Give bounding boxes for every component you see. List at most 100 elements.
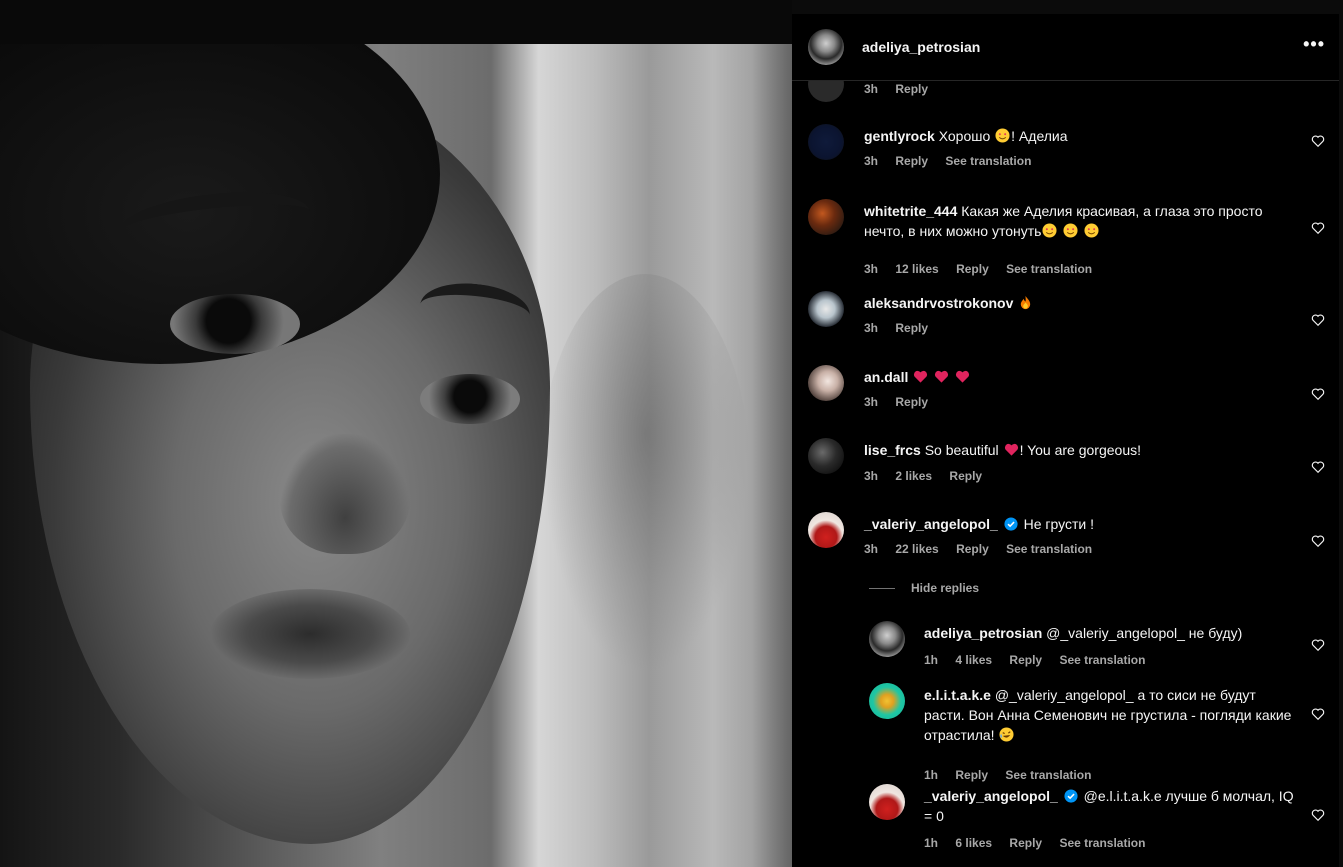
reply-button[interactable]: Reply — [1009, 836, 1042, 850]
comment-time: 3h — [864, 395, 879, 409]
comment-text — [908, 369, 912, 385]
comment-body: aleksandrvostrokonov — [864, 293, 1294, 313]
user-avatar[interactable] — [869, 784, 905, 820]
likes-count[interactable]: 4 likes — [955, 653, 992, 667]
top-bar — [0, 0, 792, 44]
see-translation-button[interactable]: See translation — [1059, 836, 1145, 850]
photo-eye — [170, 294, 300, 354]
verified-badge-icon — [1064, 789, 1078, 803]
comment-time: 3h — [864, 542, 879, 556]
comment-body: _valeriy_angelopol_ @e.l.i.t.a.k.e лучше… — [924, 786, 1294, 826]
like-heart-icon[interactable] — [1311, 460, 1325, 474]
red-heart-emoji-icon — [955, 370, 970, 383]
comment-body: an.dall — [864, 367, 1294, 387]
comment-body: gentlyrock Хорошо ! Аделиа — [864, 126, 1294, 146]
red-heart-emoji-icon — [935, 370, 949, 383]
user-avatar[interactable] — [808, 365, 844, 401]
comment-username[interactable]: adeliya_petrosian — [924, 625, 1042, 641]
user-avatar[interactable] — [869, 683, 905, 719]
like-heart-icon[interactable] — [1311, 313, 1325, 327]
photo-reflection — [540, 274, 750, 674]
divider — [869, 588, 895, 590]
more-options-icon[interactable]: ••• — [1303, 34, 1325, 55]
like-heart-icon[interactable] — [1311, 707, 1325, 721]
reply-button[interactable]: Reply — [956, 262, 989, 276]
post-header: adeliya_petrosian ••• — [792, 14, 1339, 81]
comment-time: 3h — [864, 262, 879, 276]
comment-text: So beautiful — [920, 442, 1003, 458]
user-avatar[interactable] — [808, 199, 844, 235]
comment-body: lise_frcs So beautiful ! You are gorgeou… — [864, 440, 1294, 460]
comment-meta: 3h 12 likes Reply See translation — [864, 262, 1106, 276]
user-avatar[interactable] — [808, 124, 844, 160]
like-heart-icon[interactable] — [1311, 221, 1325, 235]
comment-meta: 1h 4 likes Reply See translation — [924, 653, 1159, 667]
user-avatar[interactable] — [808, 438, 844, 474]
likes-count[interactable]: 12 likes — [895, 262, 938, 276]
reply-button[interactable]: Reply — [949, 469, 982, 483]
heart-eyes-emoji-icon — [995, 128, 1010, 143]
comment-text: ! You are gorgeous! — [1019, 442, 1141, 458]
comment-text: ! Аделиа — [1011, 128, 1068, 144]
comment-meta: 3h Reply — [864, 395, 942, 409]
reply-button[interactable]: Reply — [895, 82, 928, 96]
reply-button[interactable]: Reply — [1009, 653, 1042, 667]
comment-meta: 1h Reply See translation — [924, 768, 1105, 782]
comment-username[interactable]: gentlyrock — [864, 128, 935, 144]
comment-time: 3h — [864, 154, 879, 168]
comment-text: Хорошо — [934, 128, 995, 144]
like-heart-icon[interactable] — [1311, 534, 1325, 548]
comment-time: 3h — [864, 82, 879, 96]
user-avatar[interactable] — [808, 512, 844, 548]
comment-meta: 1h 6 likes Reply See translation — [924, 836, 1159, 850]
likes-count[interactable]: 2 likes — [895, 469, 932, 483]
reply-button[interactable]: Reply — [956, 542, 989, 556]
verified-badge-icon — [1004, 517, 1018, 531]
hide-replies-label[interactable]: Hide replies — [911, 581, 979, 595]
comments-panel: adeliya_petrosian ••• 3h Reply gentlyroc… — [792, 14, 1339, 867]
comment-username[interactable]: lise_frcs — [864, 442, 921, 458]
author-username[interactable]: adeliya_petrosian — [862, 39, 980, 55]
see-translation-button[interactable]: See translation — [945, 154, 1031, 168]
comment-text: @_valeriy_angelopol_ не буду) — [1042, 625, 1243, 641]
comment-body: adeliya_petrosian @_valeriy_angelopol_ н… — [924, 623, 1294, 643]
heart-eyes-emoji-icon — [1084, 223, 1099, 238]
comment-username[interactable]: whitetrite_444 — [864, 203, 957, 219]
comment-body: e.l.i.t.a.k.e @_valeriy_angelopol_ а то … — [924, 685, 1294, 745]
comment-meta: 3h Reply — [864, 321, 942, 335]
comment-time: 1h — [924, 653, 939, 667]
see-translation-button[interactable]: See translation — [1006, 542, 1092, 556]
see-translation-button[interactable]: See translation — [1059, 653, 1145, 667]
user-avatar[interactable] — [808, 291, 844, 327]
like-heart-icon[interactable] — [1311, 638, 1325, 652]
comment-text — [1013, 295, 1017, 311]
fire-emoji-icon — [1021, 295, 1031, 310]
likes-count[interactable]: 6 likes — [955, 836, 992, 850]
reply-button[interactable]: Reply — [895, 395, 928, 409]
hide-replies-button[interactable]: Hide replies — [869, 581, 979, 595]
post-image[interactable] — [0, 44, 792, 867]
heart-eyes-emoji-icon — [1063, 223, 1078, 238]
photo-nose — [280, 434, 410, 554]
comment-body: whitetrite_444 Какая же Аделия красивая,… — [864, 201, 1294, 241]
comment-username[interactable]: e.l.i.t.a.k.e — [924, 687, 991, 703]
like-heart-icon[interactable] — [1311, 387, 1325, 401]
like-heart-icon[interactable] — [1311, 808, 1325, 822]
comment-username[interactable]: _valeriy_angelopol_ — [924, 788, 1058, 804]
comment-time: 3h — [864, 469, 879, 483]
like-heart-icon[interactable] — [1311, 134, 1325, 148]
reply-button[interactable]: Reply — [895, 321, 928, 335]
comment-username[interactable]: an.dall — [864, 369, 908, 385]
comment-meta: 3h 2 likes Reply — [864, 469, 996, 483]
red-heart-emoji-icon — [914, 370, 928, 383]
comment-username[interactable]: _valeriy_angelopol_ — [864, 516, 998, 532]
see-translation-button[interactable]: See translation — [1006, 262, 1092, 276]
comment-time: 1h — [924, 836, 939, 850]
comment-username[interactable]: aleksandrvostrokonov — [864, 295, 1013, 311]
reply-button[interactable]: Reply — [955, 768, 988, 782]
author-avatar[interactable] — [808, 29, 844, 65]
likes-count[interactable]: 22 likes — [895, 542, 938, 556]
user-avatar[interactable] — [869, 621, 905, 657]
see-translation-button[interactable]: See translation — [1005, 768, 1091, 782]
reply-button[interactable]: Reply — [895, 154, 928, 168]
